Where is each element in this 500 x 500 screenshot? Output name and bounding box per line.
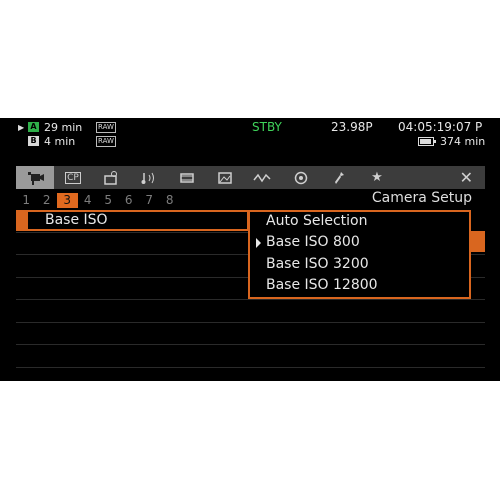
standby-status: STBY (252, 120, 282, 134)
tab-media[interactable] (168, 166, 206, 189)
waveform-icon (253, 173, 271, 182)
menu-title: Camera Setup (371, 190, 472, 206)
close-icon[interactable]: ✕ (460, 168, 473, 187)
audio-icon (141, 172, 154, 184)
play-icon: ▶ (18, 122, 25, 132)
page-6[interactable]: 6 (119, 193, 140, 208)
tab-custom-picture[interactable]: CP (54, 166, 92, 189)
star-icon: ★ (371, 170, 383, 185)
list-item[interactable] (16, 300, 485, 323)
page-7[interactable]: 7 (139, 193, 160, 208)
slot-b-format: RAW (96, 135, 116, 147)
tab-recording[interactable] (92, 166, 130, 189)
option-base-iso-800[interactable]: Base ISO 800 (266, 234, 360, 250)
timecode: 04:05:19:07 P (398, 120, 483, 134)
options-popup: Auto Selection Base ISO 800 Base ISO 320… (248, 210, 471, 299)
slot-b-remaining: 4 min (44, 134, 76, 148)
status-bar: ▶ A 29 min RAW B 4 min RAW STBY 23.98P 0… (0, 118, 500, 152)
tab-image[interactable] (206, 166, 244, 189)
tab-favorites[interactable]: ★ (358, 166, 396, 189)
tab-network[interactable] (282, 166, 320, 189)
scrollbar-thumb[interactable] (470, 231, 485, 252)
option-base-iso-12800[interactable]: Base ISO 12800 (266, 277, 378, 293)
selected-menu-item[interactable]: Base ISO (16, 210, 249, 231)
recording-icon (104, 170, 117, 185)
network-icon (294, 171, 308, 184)
image-icon (218, 171, 232, 184)
menu-item-label: Base ISO (45, 212, 108, 228)
list-item[interactable] (16, 323, 485, 345)
current-setting-marker-icon (256, 238, 261, 248)
tab-waveform[interactable] (244, 166, 282, 189)
slot-a-row: ▶ A 29 min RAW (18, 120, 116, 134)
slot-b-badge: B (28, 136, 39, 146)
slot-a-remaining: 29 min (44, 120, 83, 134)
battery-icon (418, 137, 436, 146)
battery-status: 374 min (418, 135, 485, 148)
frame-rate: 23.98P (331, 120, 373, 134)
slot-a-format: RAW (96, 121, 116, 133)
tab-audio[interactable] (130, 166, 168, 189)
media-icon (180, 172, 194, 183)
page-8[interactable]: 8 (160, 193, 181, 208)
page-5[interactable]: 5 (98, 193, 119, 208)
option-auto-selection[interactable]: Auto Selection (266, 213, 367, 229)
page-1[interactable]: 1 (16, 193, 37, 208)
custom-picture-icon: CP (65, 171, 81, 184)
wrench-icon (335, 171, 344, 184)
page-3[interactable]: 3 (57, 193, 78, 208)
camera-icon (28, 171, 44, 185)
tab-camera[interactable] (16, 166, 54, 189)
page-selector: 1 2 3 4 5 6 7 8 (16, 193, 180, 208)
battery-remaining: 374 min (440, 135, 486, 148)
tab-setup[interactable] (320, 166, 358, 189)
list-item[interactable] (16, 345, 485, 368)
page-4[interactable]: 4 (78, 193, 99, 208)
slot-b-row: B 4 min RAW (18, 134, 116, 148)
option-base-iso-3200[interactable]: Base ISO 3200 (266, 256, 369, 272)
slot-a-badge: A (28, 122, 39, 132)
page-2[interactable]: 2 (37, 193, 58, 208)
menu-tab-bar: CP ★ ✕ (16, 166, 485, 189)
camera-screen: ▶ A 29 min RAW B 4 min RAW STBY 23.98P 0… (0, 118, 500, 381)
